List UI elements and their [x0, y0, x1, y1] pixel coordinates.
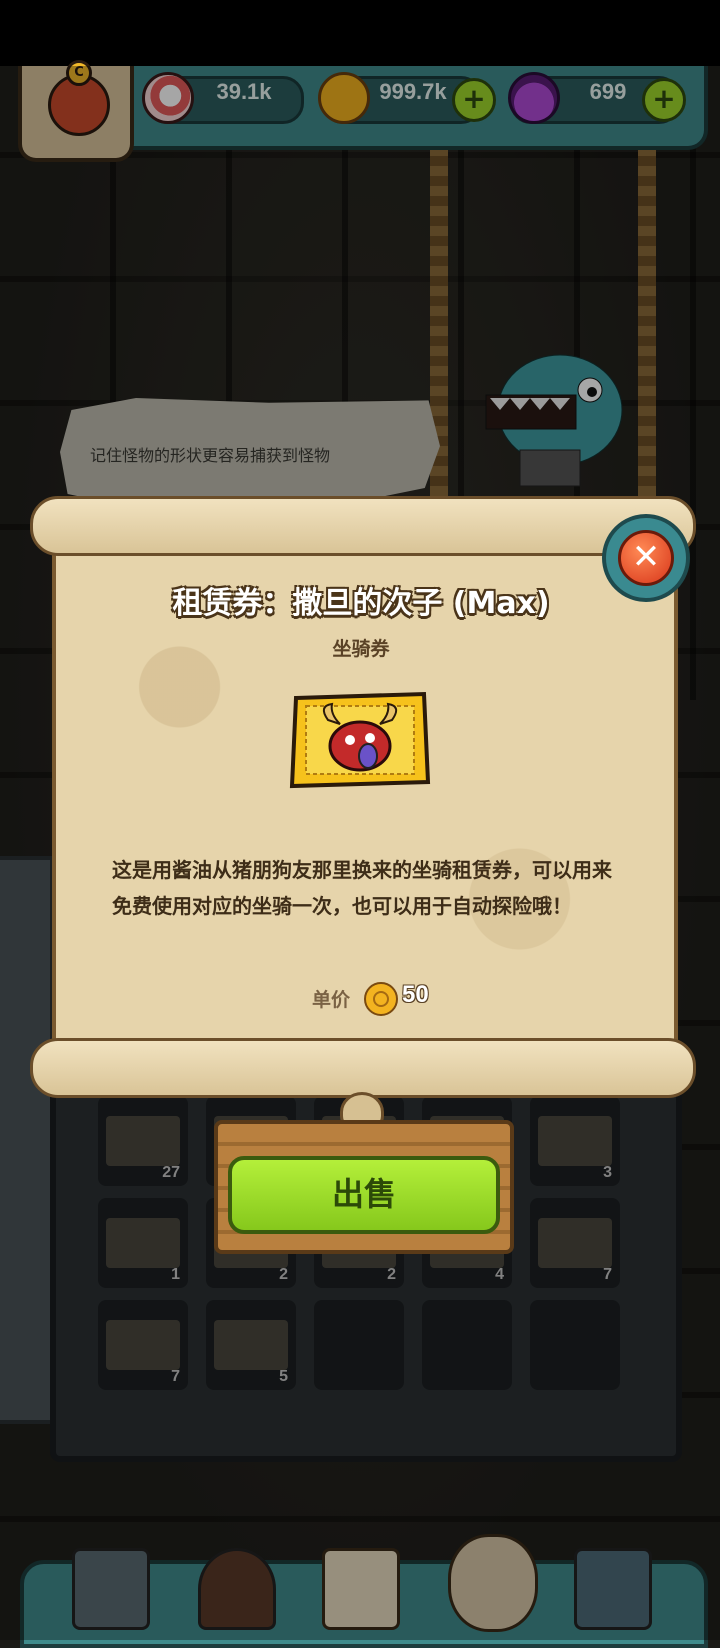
rental-ticket-icon: [289, 691, 431, 789]
scroll-top-roll: [30, 496, 696, 556]
scroll-bottom-roll: [30, 1038, 696, 1098]
close-icon: ✕: [618, 530, 674, 586]
status-bar: [0, 0, 720, 66]
price-coin-icon: [364, 982, 398, 1016]
price-label: 单价: [312, 989, 351, 1011]
sell-button[interactable]: 出售: [228, 1156, 500, 1234]
price-value: 50: [402, 981, 429, 1008]
close-button[interactable]: ✕: [602, 514, 690, 602]
dialog-title: 租赁券：撒旦的次子 (Max): [172, 586, 550, 621]
dialog-subtitle: 坐骑券: [332, 638, 390, 660]
dialog-description: 这是用酱油从猪朋狗友那里换来的坐骑租赁券，可以用来免费使用对应的坐骑一次，也可以…: [112, 858, 612, 918]
